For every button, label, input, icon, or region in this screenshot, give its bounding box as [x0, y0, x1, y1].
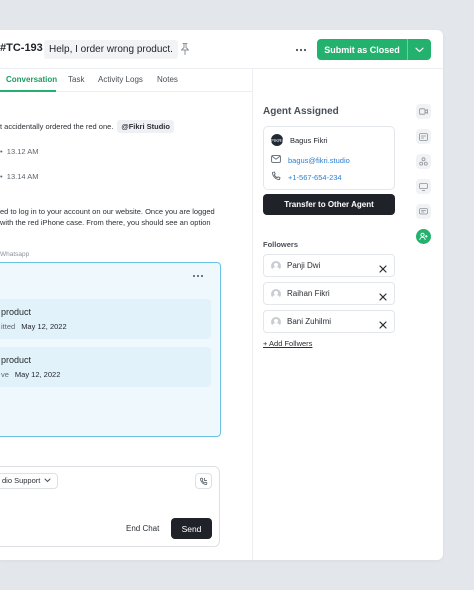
mail-icon: [271, 155, 281, 165]
avatar: [271, 289, 281, 299]
chat-icon[interactable]: [416, 204, 431, 219]
ticket-title[interactable]: Help, I order wrong product.: [44, 40, 178, 59]
agent-section-title: Agent Assigned: [263, 106, 339, 117]
agent-card: FIKRI Bagus Fikri bagus@fikri.studio +1-…: [263, 126, 395, 190]
agent-name: Bagus Fikri: [290, 135, 328, 145]
panel-divider: [252, 68, 253, 560]
follower-item: Panji Dwi: [263, 254, 395, 277]
pin-icon[interactable]: [179, 42, 191, 56]
agent-email-link[interactable]: bagus@fikri.studio: [288, 156, 350, 165]
agent-name-row: FIKRI Bagus Fikri: [271, 134, 328, 146]
order-list-panel: product itted May 12, 2022 product ve May …: [0, 262, 221, 437]
tab-conversation[interactable]: Conversation: [6, 75, 57, 84]
header-divider: [252, 68, 443, 69]
channel-select-value: dio Support: [2, 476, 41, 485]
more-horizontal-icon[interactable]: [191, 268, 205, 278]
video-icon[interactable]: [416, 104, 431, 119]
message-timestamp: • 13.14 AM: [0, 172, 39, 181]
order-date: May 12, 2022: [14, 370, 61, 379]
message-timestamp: • 13.12 AM: [0, 147, 39, 156]
chevron-down-icon: [44, 474, 51, 488]
chevron-down-icon[interactable]: [408, 39, 431, 60]
avatar: [271, 261, 281, 271]
ticket-header: #TC-193 Help, I order wrong product. Sub…: [0, 30, 443, 68]
customer-message: t accidentally ordered the red one. @Fikr…: [0, 120, 174, 133]
order-date: May 12, 2022: [21, 322, 67, 331]
agent-reply-line: ed to log in to your account on our webs…: [0, 207, 215, 216]
ticket-card: #TC-193 Help, I order wrong product. Sub…: [0, 30, 443, 560]
order-name: product: [1, 355, 32, 365]
avatar: [271, 317, 281, 327]
send-button[interactable]: Send: [171, 518, 212, 539]
submit-label: Submit as Closed: [324, 44, 400, 55]
tab-task[interactable]: Task: [68, 75, 84, 84]
ticket-id: #TC-193: [0, 42, 43, 54]
order-item[interactable]: product ve May 12, 2022: [0, 347, 211, 387]
agent-phone-row: +1-567-654-234: [271, 171, 342, 183]
message-composer[interactable]: dio Support End Chat Send: [0, 466, 220, 547]
agent-phone-link[interactable]: +1-567-654-234: [288, 173, 342, 182]
channel-select[interactable]: dio Support: [0, 473, 59, 489]
mention-tag[interactable]: @Fikri Studio: [117, 120, 174, 133]
active-tab-indicator: [0, 90, 56, 92]
agent-reply-line: with the red iPhone case. From there, yo…: [0, 218, 211, 227]
follower-item: Raihan Fikri: [263, 282, 395, 305]
more-horizontal-icon[interactable]: [294, 43, 308, 55]
tab-activity-logs[interactable]: Activity Logs: [98, 75, 143, 84]
end-chat-button[interactable]: End Chat: [126, 524, 159, 533]
order-item[interactable]: product itted May 12, 2022: [0, 299, 211, 339]
order-name: product: [1, 307, 32, 317]
close-icon[interactable]: [378, 317, 388, 329]
follower-name: Panji Dwi: [287, 261, 321, 270]
order-status: ve: [1, 370, 9, 379]
order-meta: ve May 12, 2022: [1, 370, 60, 379]
transfer-agent-button[interactable]: Transfer to Other Agent: [263, 194, 395, 215]
order-status: itted: [1, 322, 16, 331]
close-icon[interactable]: [378, 261, 388, 273]
close-icon[interactable]: [378, 289, 388, 301]
timestamp-text: 13.14 AM: [6, 172, 39, 181]
agent-email-row: bagus@fikri.studio: [271, 154, 350, 166]
follower-name: Bani Zuhilmi: [287, 317, 332, 326]
timestamp-text: 13.12 AM: [6, 147, 39, 156]
user-add-icon[interactable]: [416, 229, 431, 244]
integration-icon[interactable]: [416, 154, 431, 169]
phone-icon: [271, 171, 281, 183]
conversation-tabs: Conversation Task Activity Logs Notes: [0, 68, 252, 92]
follower-name: Raihan Fikri: [287, 289, 330, 298]
avatar: FIKRI: [271, 134, 283, 146]
order-meta: itted May 12, 2022: [1, 322, 67, 331]
message-text: t accidentally ordered the red one.: [0, 122, 114, 131]
channel-label: Whatsapp: [0, 251, 30, 258]
tab-notes[interactable]: Notes: [157, 75, 178, 84]
add-followers-link[interactable]: + Add Follwers: [263, 339, 312, 348]
phone-call-icon[interactable]: [195, 473, 212, 489]
followers-title: Followers: [263, 240, 299, 249]
monitor-icon[interactable]: [416, 179, 431, 194]
submit-as-closed-button[interactable]: Submit as Closed: [317, 39, 431, 60]
follower-item: Bani Zuhilmi: [263, 310, 395, 333]
document-icon[interactable]: [416, 129, 431, 144]
